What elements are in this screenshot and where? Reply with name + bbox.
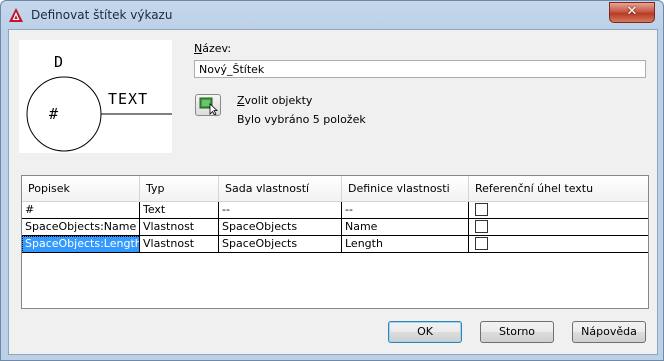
row-label: # — [22, 202, 140, 219]
column-header[interactable]: Referenční úhel textu — [469, 176, 648, 201]
preview-side-text: TEXT — [108, 90, 148, 108]
preview-top-letter: D — [54, 53, 63, 71]
tag-preview-drawing: D # TEXT — [26, 53, 172, 152]
window-title: Definovat štítek výkazu — [31, 8, 173, 22]
row-type: Vlastnost — [140, 219, 219, 236]
row-label-cell: SpaceObjects:Length — [22, 236, 140, 253]
property-table: Popisek Typ Sada vlastností Definice vla… — [21, 175, 649, 309]
row-property-definition: Length — [342, 236, 469, 253]
selection-status: Bylo vybráno 5 položek — [237, 113, 366, 126]
tag-preview: D # TEXT — [19, 40, 172, 153]
select-objects-button[interactable] — [195, 94, 221, 116]
ok-button[interactable]: OK — [388, 321, 462, 343]
table-row[interactable]: # Text -- -- — [22, 202, 648, 219]
row-property-definition: Name — [342, 219, 469, 236]
row-ref-angle-cell — [469, 219, 648, 236]
column-header[interactable]: Typ — [140, 176, 219, 201]
dialog-window: Definovat štítek výkazu ✕ D # TEXT Název… — [0, 0, 664, 361]
column-header[interactable]: Popisek — [22, 176, 140, 201]
autocad-app-icon — [9, 8, 23, 22]
row-property-set: SpaceObjects — [219, 219, 342, 236]
ref-angle-checkbox[interactable] — [475, 220, 488, 233]
title-bar[interactable]: Definovat štítek výkazu ✕ — [1, 1, 663, 29]
ref-angle-checkbox[interactable] — [475, 203, 488, 216]
help-button[interactable]: Nápověda — [572, 321, 646, 343]
row-type: Text — [140, 202, 219, 219]
column-header[interactable]: Definice vlastnosti — [342, 176, 469, 201]
dialog-content: D # TEXT Název: Zvolit objekty Bylo vybr… — [8, 29, 658, 355]
column-header[interactable]: Sada vlastností — [219, 176, 342, 201]
row-property-set: SpaceObjects — [219, 236, 342, 253]
cancel-button[interactable]: Storno — [480, 321, 554, 343]
table-row[interactable]: SpaceObjects:Length Vlastnost SpaceObjec… — [22, 236, 648, 253]
close-icon: ✕ — [626, 4, 638, 19]
name-label: Název: — [194, 42, 232, 55]
row-type: Vlastnost — [140, 236, 219, 253]
select-objects-icon — [199, 97, 219, 116]
name-field[interactable] — [194, 60, 646, 78]
table-row[interactable]: SpaceObjects:Name Vlastnost SpaceObjects… — [22, 219, 648, 236]
row-property-set: -- — [219, 202, 342, 219]
table-header: Popisek Typ Sada vlastností Definice vla… — [22, 176, 648, 202]
row-label-selected[interactable]: SpaceObjects:Length — [22, 236, 139, 252]
row-ref-angle-cell — [469, 236, 648, 253]
preview-center-symbol: # — [49, 105, 58, 123]
row-property-definition: -- — [342, 202, 469, 219]
select-objects-label: Zvolit objekty — [237, 94, 313, 107]
close-button[interactable]: ✕ — [609, 2, 655, 23]
row-ref-angle-cell — [469, 202, 648, 219]
ref-angle-checkbox[interactable] — [475, 237, 488, 250]
row-label: SpaceObjects:Name — [22, 219, 140, 236]
